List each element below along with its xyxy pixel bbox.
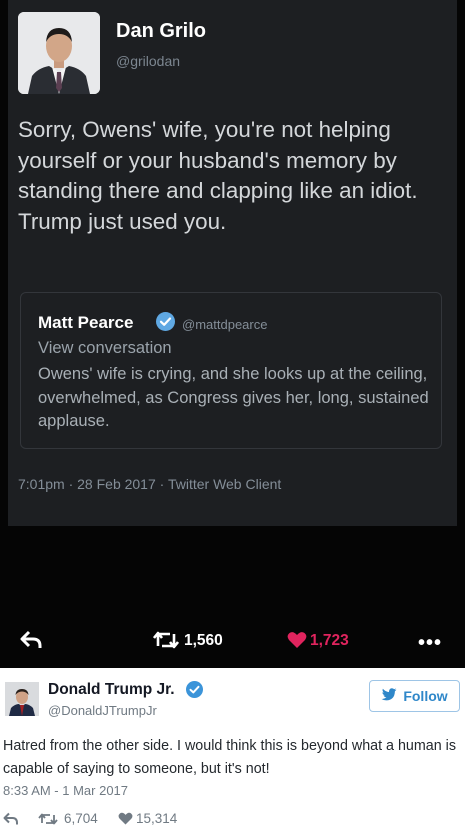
- verified-icon: [186, 681, 203, 698]
- heart-icon[interactable]: [287, 631, 307, 654]
- tweet-action-bar: 6,704 15,314: [0, 808, 465, 830]
- retweet-icon[interactable]: [38, 812, 58, 829]
- quoted-author-handle[interactable]: @mattdpearce: [182, 317, 267, 332]
- tweet-action-bar: 1,560 1,723 •••: [0, 616, 465, 666]
- tweet-text: Sorry, Owens' wife, you're not helping y…: [18, 117, 418, 234]
- reply-icon[interactable]: [3, 812, 19, 829]
- reply-icon[interactable]: [20, 630, 42, 655]
- like-count: 1,723: [310, 632, 349, 649]
- tweet-timestamp: 7:01pm · 28 Feb 2017 · Twitter Web Clien…: [18, 476, 282, 492]
- heart-icon[interactable]: [118, 812, 133, 828]
- author-name[interactable]: Donald Trump Jr.: [48, 681, 175, 699]
- quoted-tweet-text: Owens' wife is crying, and she looks up …: [38, 365, 429, 430]
- like-count: 15,314: [136, 811, 178, 826]
- tweet-text: Hatred from the other side. I would thin…: [3, 738, 456, 777]
- follow-button[interactable]: Follow: [369, 680, 460, 712]
- more-icon[interactable]: •••: [418, 632, 442, 655]
- embedded-tweet: Donald Trump Jr. @DonaldJTrumpJr Follow …: [0, 668, 465, 832]
- tweet-card: Dan Grilo @grilodan Sorry, Owens' wife, …: [8, 0, 457, 526]
- retweet-count: 6,704: [64, 811, 98, 826]
- tweet-screenshot: Dan Grilo @grilodan Sorry, Owens' wife, …: [0, 0, 465, 668]
- author-avatar[interactable]: [5, 682, 39, 716]
- view-conversation-link[interactable]: View conversation: [38, 339, 172, 358]
- tweet-timestamp[interactable]: 8:33 AM - 1 Mar 2017: [3, 783, 128, 798]
- quoted-author-name[interactable]: Matt Pearce: [38, 313, 133, 333]
- verified-icon: [156, 312, 175, 331]
- retweet-count: 1,560: [184, 632, 223, 649]
- quoted-tweet[interactable]: Matt Pearce @mattdpearce View conversati…: [20, 292, 442, 449]
- author-handle[interactable]: @DonaldJTrumpJr: [48, 703, 157, 718]
- follow-label: Follow: [403, 688, 448, 704]
- author-name[interactable]: Dan Grilo: [116, 20, 206, 43]
- author-avatar[interactable]: [18, 12, 100, 94]
- retweet-icon[interactable]: [152, 630, 180, 655]
- twitter-bird-icon: [381, 688, 397, 704]
- author-handle[interactable]: @grilodan: [116, 53, 180, 69]
